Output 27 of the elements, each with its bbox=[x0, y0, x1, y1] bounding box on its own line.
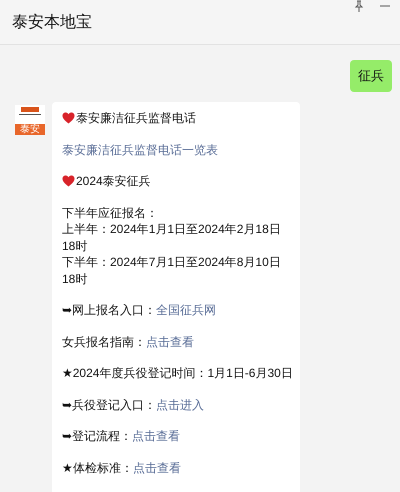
pin-icon[interactable] bbox=[354, 0, 364, 12]
message-text: 女兵报名指南： bbox=[62, 334, 146, 350]
message-text: ★2024年度兵役登记时间：1月1日-6月30日 bbox=[62, 365, 293, 382]
message-link[interactable]: 点击查看 bbox=[146, 334, 194, 350]
message-text: 泰安廉洁征兵监督电话 bbox=[76, 110, 196, 126]
message-text: 18时 bbox=[62, 238, 88, 254]
message-text: ★体检标准： bbox=[62, 460, 133, 476]
sent-message-bubble: 征兵 bbox=[350, 60, 392, 92]
message-link[interactable]: 点击查看 bbox=[132, 428, 180, 444]
message-text: ➥兵役登记入口： bbox=[62, 396, 156, 413]
message-link[interactable]: 点击进入 bbox=[156, 396, 204, 413]
message-link[interactable]: 点击查看 bbox=[132, 460, 181, 476]
avatar-label: 泰安 bbox=[15, 124, 45, 135]
heart-icon bbox=[62, 112, 75, 124]
message-text: ➥网上报名入口： bbox=[62, 302, 156, 318]
message-text: 上半年：2024年1月1日至2024年2月18日 bbox=[62, 221, 281, 238]
message-text: 下半年应征报名： bbox=[62, 204, 158, 221]
message-text: ➥登记流程： bbox=[62, 428, 132, 444]
logo-icon bbox=[18, 106, 42, 116]
message-text: 下半年：2024年7月1日至2024年8月10日 bbox=[62, 254, 281, 270]
message-link[interactable]: 泰安廉洁征兵监督电话一览表 bbox=[62, 142, 218, 158]
minimize-icon[interactable] bbox=[380, 5, 390, 7]
message-link[interactable]: 全国征兵网 bbox=[156, 302, 216, 318]
chat-title: 泰安本地宝 bbox=[12, 12, 92, 32]
message-text: 18时 bbox=[62, 270, 88, 287]
heart-icon bbox=[62, 175, 75, 188]
message-text: 2024泰安征兵 bbox=[76, 173, 151, 190]
